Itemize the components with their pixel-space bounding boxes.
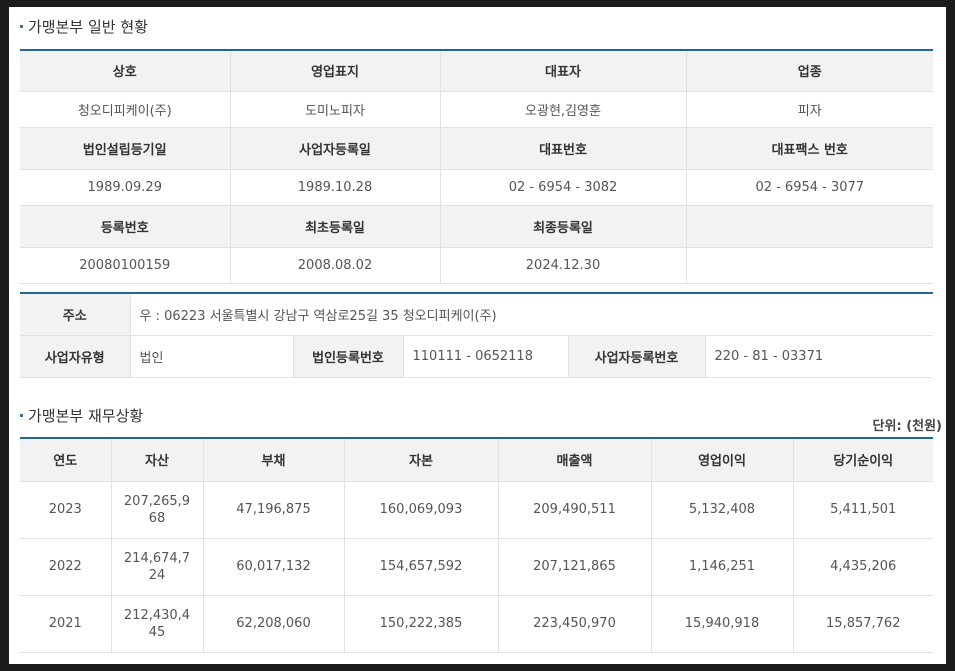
value-industry: 피자: [685, 90, 933, 128]
header-biz-registration-date: 사업자등록일: [229, 126, 441, 170]
value-phone: 02 - 6954 - 3082: [439, 168, 687, 206]
cell-liabilities: 60,017,132: [202, 537, 345, 596]
unit-label: 단위: (천원): [872, 419, 942, 434]
cell-year: 2023: [20, 480, 112, 539]
cell-equity: 154,657,592: [343, 537, 499, 596]
finance-section-title: 가맹본부 재무상황: [20, 405, 143, 426]
value-address: 우 : 06223 서울특별시 강남구 역삼로25길 35 청오디피케이(주): [129, 292, 934, 336]
cell-assets: 212,430,445: [110, 594, 204, 653]
header-phone: 대표번호: [439, 126, 687, 170]
value-last-registration: 2024.12.30: [439, 246, 687, 284]
finance-table: 연도 자산 부채 자본 매출액 영업이익 당기순이익 2023 207,265,…: [20, 437, 933, 653]
value-incorporation-date: 1989.09.29: [20, 168, 231, 206]
bullet-icon: [20, 414, 23, 417]
cell-equity: 150,222,385: [343, 594, 499, 653]
label-biz-no: 사업자등록번호: [567, 334, 706, 378]
value-biz-no: 220 - 81 - 03371: [704, 334, 934, 378]
value-fax: 02 - 6954 - 3077: [685, 168, 933, 206]
cell-assets: 214,674,724: [110, 537, 204, 596]
general-info-table: 상호 영업표지 대표자 업종 청오디피케이(주) 도미노피자 오광현,김영훈 피…: [20, 49, 933, 284]
finance-title-text: 가맹본부 재무상황: [28, 407, 144, 425]
cell-assets: 207,265,968: [110, 480, 204, 539]
content-panel: 가맹본부 일반 현황 상호 영업표지 대표자 업종 청오디피케이(주) 도미노피…: [9, 7, 946, 664]
header-industry: 업종: [685, 49, 933, 92]
cell-equity: 160,069,093: [343, 480, 499, 539]
cell-liabilities: 62,208,060: [202, 594, 345, 653]
label-corp-no: 법인등록번호: [292, 334, 404, 378]
cell-net-income: 15,857,762: [792, 594, 933, 653]
table-row: 2023 207,265,968 47,196,875 160,069,093 …: [20, 480, 933, 539]
header-fax: 대표팩스 번호: [685, 126, 933, 170]
cell-net-income: 4,435,206: [792, 537, 933, 596]
cell-year: 2022: [20, 537, 112, 596]
value-first-registration: 2008.08.02: [229, 246, 441, 284]
header-empty: [685, 204, 933, 248]
label-address: 주소: [20, 292, 131, 336]
value-company-name: 청오디피케이(주): [20, 90, 231, 128]
header-equity: 자본: [343, 437, 499, 482]
table-row: 2021 212,430,445 62,208,060 150,222,385 …: [20, 594, 933, 653]
value-representative: 오광현,김영훈: [439, 90, 687, 128]
cell-liabilities: 47,196,875: [202, 480, 345, 539]
header-net-income: 당기순이익: [792, 437, 933, 482]
header-last-registration: 최종등록일: [439, 204, 687, 248]
cell-sales: 207,121,865: [497, 537, 652, 596]
header-operating-income: 영업이익: [650, 437, 794, 482]
header-company-name: 상호: [20, 49, 231, 92]
cell-operating-income: 1,146,251: [650, 537, 794, 596]
header-first-registration: 최초등록일: [229, 204, 441, 248]
address-info-table: 주소 우 : 06223 서울특별시 강남구 역삼로25길 35 청오디피케이(…: [20, 292, 934, 378]
general-section-title: 가맹본부 일반 현황: [20, 16, 148, 37]
cell-net-income: 5,411,501: [792, 480, 933, 539]
value-biz-type: 법인: [129, 334, 294, 378]
general-title-text: 가맹본부 일반 현황: [28, 18, 148, 36]
bullet-icon: [20, 25, 23, 28]
value-empty: [685, 246, 933, 284]
cell-year: 2021: [20, 594, 112, 653]
header-incorporation-date: 법인설립등기일: [20, 126, 231, 170]
header-year: 연도: [20, 437, 112, 482]
value-corp-no: 110111 - 0652118: [402, 334, 569, 378]
value-biz-registration-date: 1989.10.28: [229, 168, 441, 206]
value-brand: 도미노피자: [229, 90, 441, 128]
header-representative: 대표자: [439, 49, 687, 92]
table-row: 2022 214,674,724 60,017,132 154,657,592 …: [20, 537, 933, 596]
cell-operating-income: 15,940,918: [650, 594, 794, 653]
cell-sales: 209,490,511: [497, 480, 652, 539]
cell-sales: 223,450,970: [497, 594, 652, 653]
cell-operating-income: 5,132,408: [650, 480, 794, 539]
value-registration-no: 20080100159: [20, 246, 231, 284]
header-liabilities: 부채: [202, 437, 345, 482]
header-registration-no: 등록번호: [20, 204, 231, 248]
header-assets: 자산: [110, 437, 204, 482]
header-sales: 매출액: [497, 437, 652, 482]
header-brand: 영업표지: [229, 49, 441, 92]
label-biz-type: 사업자유형: [20, 334, 131, 378]
